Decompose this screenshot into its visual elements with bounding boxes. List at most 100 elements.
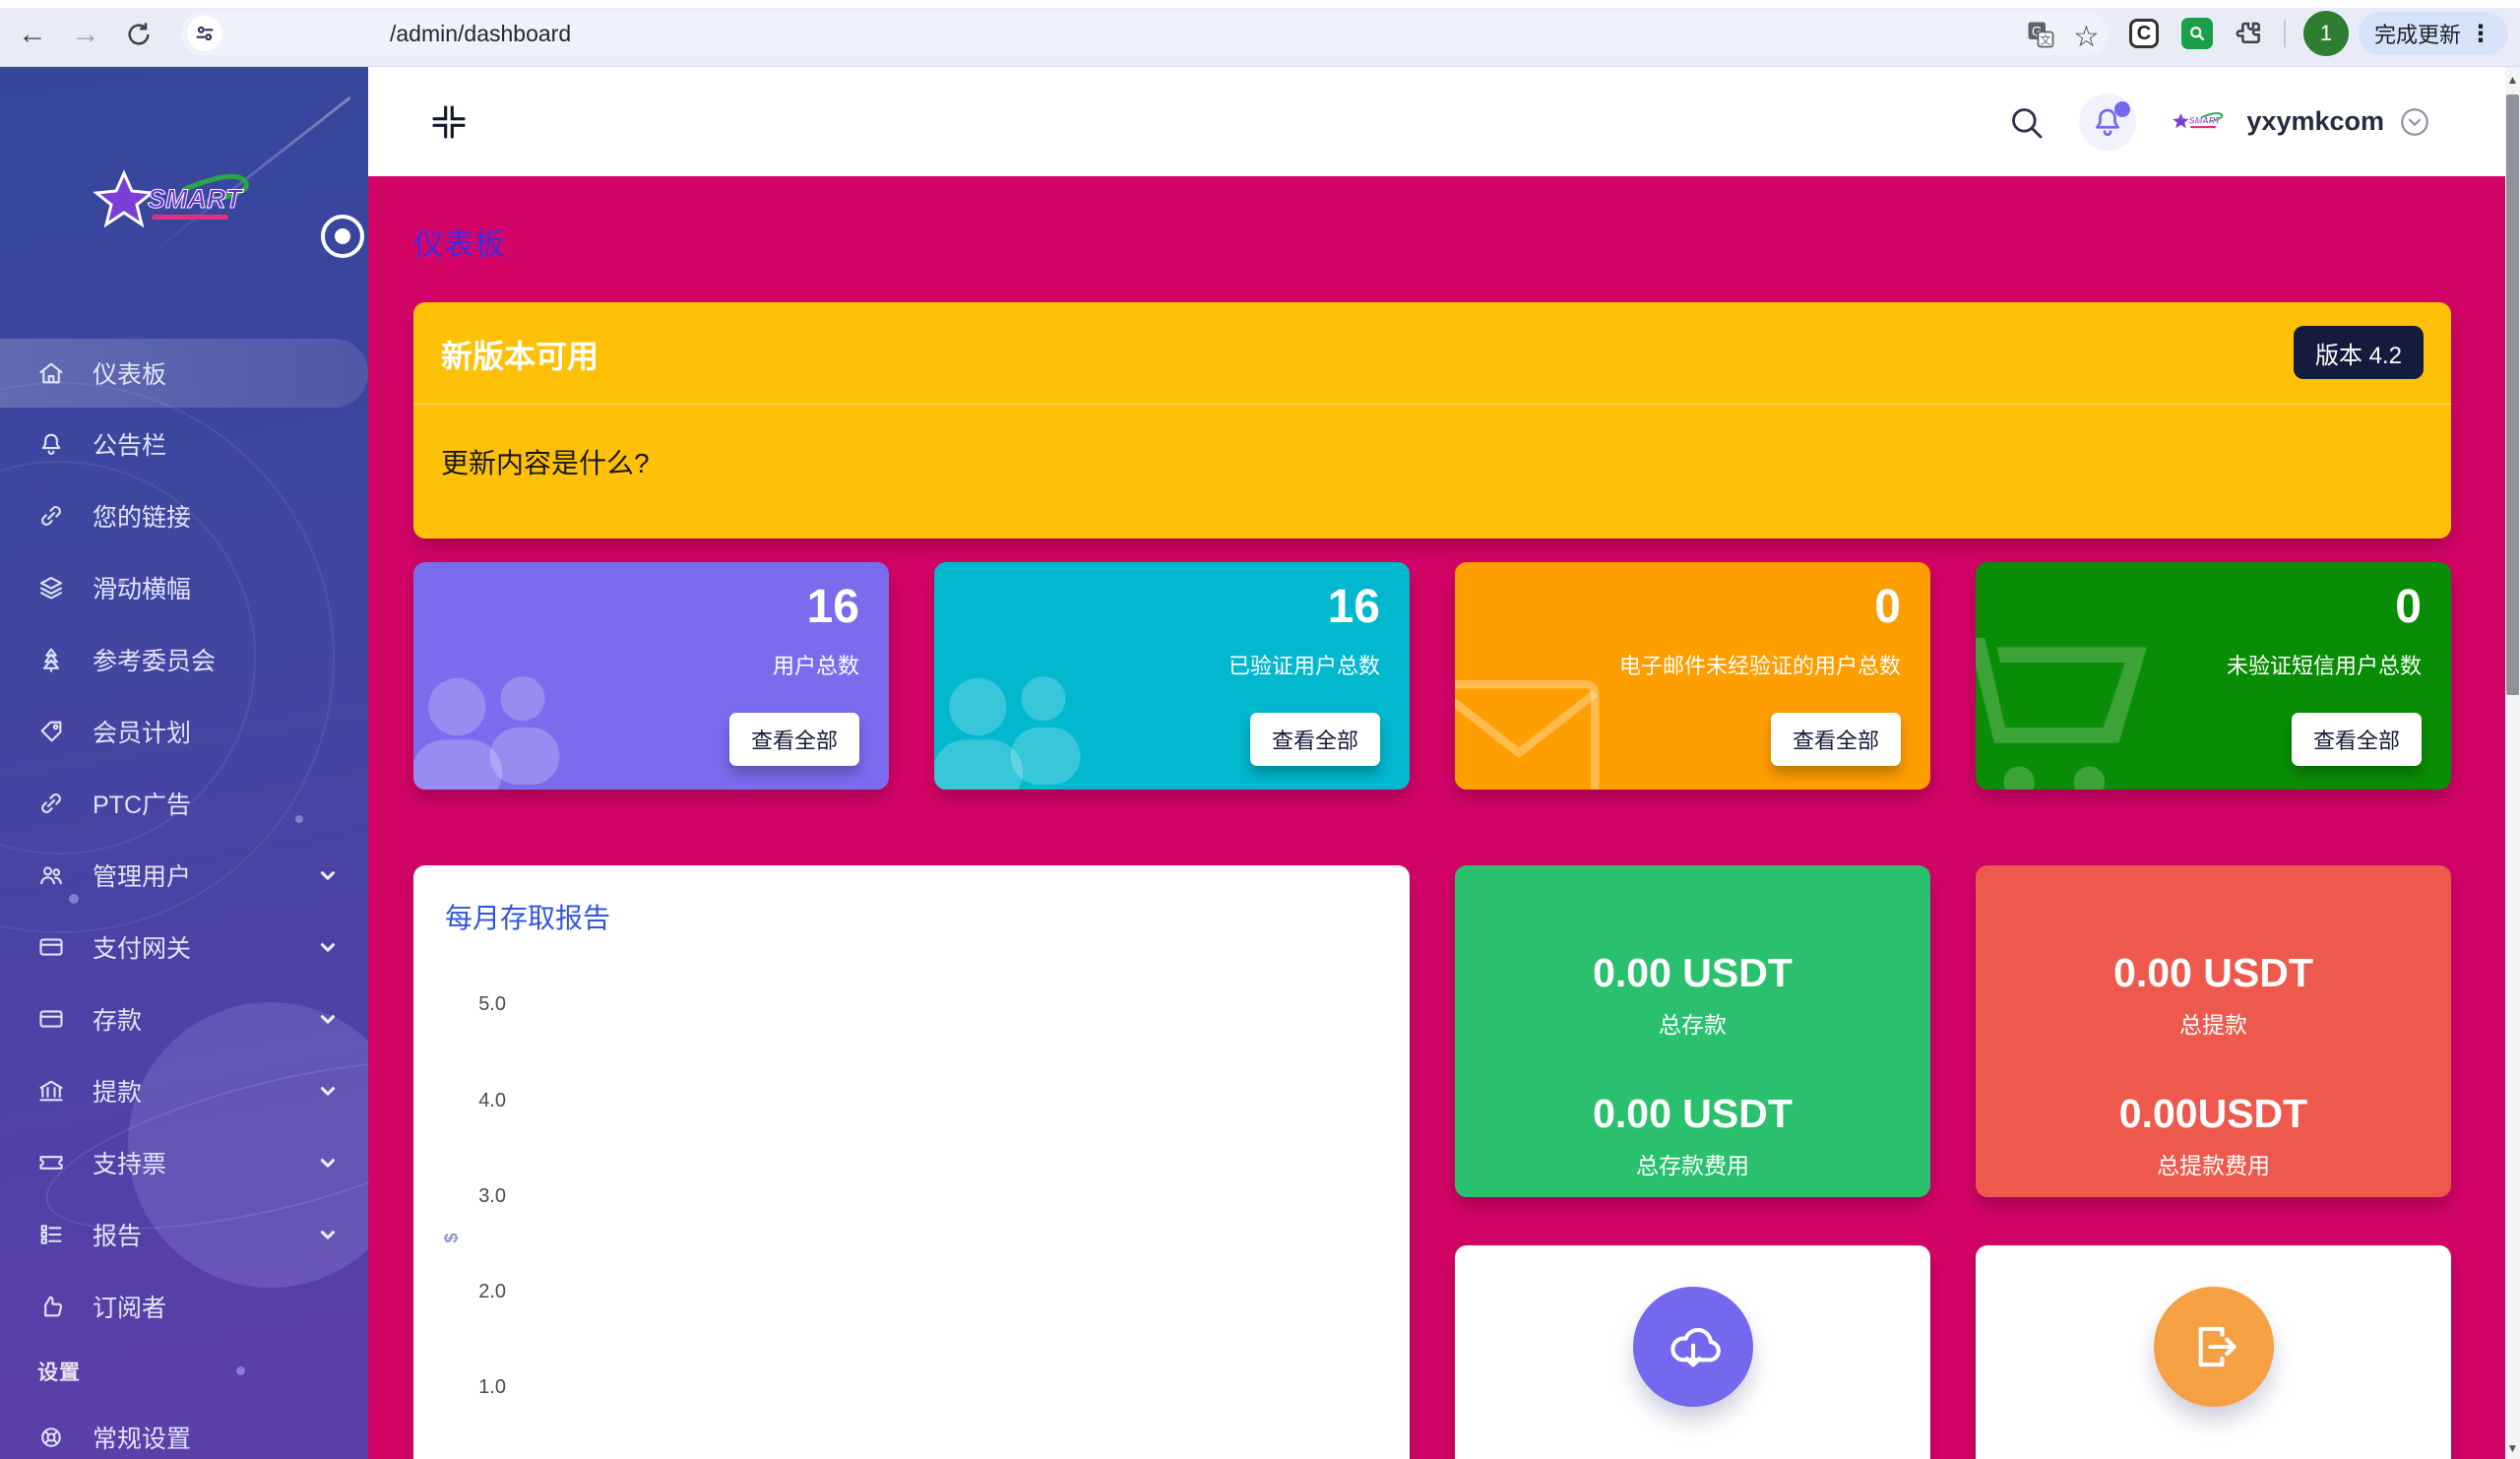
sidebar-item-membership-plan[interactable]: 会员计划: [0, 695, 368, 767]
sidebar-logo[interactable]: SMART: [0, 161, 368, 244]
extension-search-icon[interactable]: [2179, 16, 2215, 51]
version-badge: 版本 4.2: [2294, 326, 2424, 379]
y-axis-currency-glyph: $: [442, 1233, 463, 1242]
sidebar-item-subscribers[interactable]: 订阅者: [0, 1270, 368, 1342]
sidebar-item-dashboard[interactable]: 仪表板: [0, 339, 368, 408]
sidebar-item-withdrawals[interactable]: 提款: [0, 1054, 368, 1126]
sidebar-item-label: 订阅者: [93, 1289, 166, 1324]
withdraw-action-card: [1976, 1245, 2451, 1459]
url-text[interactable]: /admin/dashboard: [390, 12, 571, 55]
sidebar-item-label: 滑动横幅: [93, 570, 191, 605]
search-icon[interactable]: [2006, 102, 2046, 142]
users-icon: [37, 861, 65, 889]
notifications-button[interactable]: [2079, 94, 2136, 151]
username-label: yxymkcom: [2246, 106, 2384, 137]
sidebar-item-slider-banner[interactable]: 滑动横幅: [0, 551, 368, 623]
sidebar-item-reports[interactable]: 报告: [0, 1198, 368, 1270]
exit-arrow-icon: [2185, 1318, 2242, 1375]
sidebar-item-ptc-ads[interactable]: PTC广告: [0, 767, 368, 839]
version-banner: 新版本可用 版本 4.2 更新内容是什么?: [413, 302, 2451, 539]
ticket-icon: [37, 1149, 65, 1176]
cloud-download-button[interactable]: [1633, 1287, 1753, 1407]
browser-reload-button[interactable]: [120, 16, 158, 53]
chevron-down-icon: [317, 936, 339, 958]
deposit-action-card: [1455, 1245, 1930, 1459]
layers-icon: [37, 574, 65, 602]
user-menu[interactable]: SMART yxymkcom: [2170, 105, 2431, 139]
thumbs-up-icon: [37, 1293, 65, 1320]
sidebar-item-label: 支付网关: [93, 929, 191, 965]
sidebar-item-deposits[interactable]: 存款: [0, 983, 368, 1054]
browser-menu-icon[interactable]: ⋮: [2469, 20, 2492, 48]
y-tick-label: 2.0: [443, 1281, 506, 1303]
sidebar-collapse-toggle[interactable]: [321, 215, 364, 258]
stat-label: 已验证用户总数: [1228, 649, 1380, 680]
view-all-button[interactable]: 查看全部: [1771, 713, 1901, 766]
extensions-puzzle-icon[interactable]: [2231, 16, 2266, 51]
referral-tree-icon: [37, 646, 65, 673]
bookmark-star-icon[interactable]: ☆: [2073, 20, 2103, 49]
scrollbar-thumb[interactable]: [2506, 95, 2519, 695]
scroll-up-arrow[interactable]: ▲: [2505, 73, 2520, 87]
y-tick-label: 3.0: [443, 1185, 506, 1208]
browser-forward-button[interactable]: →: [67, 16, 104, 53]
compress-layout-icon[interactable]: [429, 102, 469, 142]
sidebar-item-label: 会员计划: [93, 714, 191, 749]
deposit-fee-label: 总存款费用: [1636, 1147, 1749, 1180]
logo-star-icon: [96, 173, 152, 224]
browser-back-button[interactable]: ←: [14, 16, 51, 53]
version-banner-question[interactable]: 更新内容是什么?: [441, 442, 650, 481]
total-deposit-value: 0.00 USDT: [1593, 950, 1793, 996]
notification-badge-dot: [2114, 101, 2130, 117]
sidebar-item-general-settings[interactable]: 常规设置: [0, 1401, 368, 1459]
withdraw-exit-button[interactable]: [2154, 1287, 2274, 1407]
site-settings-icon[interactable]: [187, 16, 222, 51]
stat-label: 用户总数: [773, 649, 859, 680]
svg-text:SMART: SMART: [2189, 115, 2223, 125]
sidebar-item-payment-gateways[interactable]: 支付网关: [0, 911, 368, 983]
users-silhouette-icon: [413, 658, 597, 790]
update-button-label: 完成更新: [2374, 18, 2461, 49]
view-all-button[interactable]: 查看全部: [729, 713, 859, 766]
address-bar[interactable]: /admin/dashboard G文 ☆: [181, 12, 2109, 55]
view-all-button[interactable]: 查看全部: [2292, 713, 2422, 766]
user-avatar-logo: SMART: [2170, 107, 2233, 137]
version-banner-title: 新版本可用: [441, 332, 598, 377]
scroll-down-arrow[interactable]: ▼: [2505, 1441, 2520, 1455]
logo-caption-bar: [152, 215, 228, 220]
window-top-strip: [0, 0, 2520, 8]
sidebar-item-label: 报告: [93, 1217, 142, 1252]
total-deposit-label: 总存款: [1659, 1006, 1727, 1040]
chevron-down-icon: [317, 1152, 339, 1174]
total-withdrawal-value: 0.00 USDT: [2113, 950, 2313, 996]
monthly-report-chart-card: 每月存取报告 $ 5.0 4.0 3.0 2.0 1.0: [413, 865, 1410, 1459]
view-all-button[interactable]: 查看全部: [1250, 713, 1380, 766]
sidebar-item-support-tickets[interactable]: 支持票: [0, 1126, 368, 1198]
extension-c-icon[interactable]: C: [2126, 16, 2162, 51]
bank-icon: [37, 1077, 65, 1105]
cloud-download-icon: [1665, 1318, 1722, 1375]
sidebar-item-your-links[interactable]: 您的链接: [0, 479, 368, 551]
page-scrollbar[interactable]: ▲ ▼: [2505, 67, 2520, 1459]
stats-row: 16 用户总数 查看全部 16 已验证用户总数 查看全部 0 电子邮件未经验证的…: [413, 562, 2451, 790]
home-icon: [37, 359, 65, 387]
credit-card-icon: [37, 933, 65, 961]
toolbar-separator: [2284, 20, 2286, 47]
link-icon: [37, 790, 65, 817]
sidebar-item-label: 存款: [93, 1001, 142, 1037]
chevron-down-icon: [317, 1080, 339, 1102]
sidebar: SMART 仪表板 公告栏 您的链接 滑动横幅 参考委员会: [0, 67, 368, 1459]
stat-value: 0: [2395, 580, 2422, 634]
bell-icon: [37, 430, 65, 458]
chevron-down-circle-icon[interactable]: [2398, 105, 2431, 139]
sidebar-item-announcements[interactable]: 公告栏: [0, 408, 368, 479]
sidebar-item-manage-users[interactable]: 管理用户: [0, 839, 368, 911]
browser-update-button[interactable]: 完成更新 ⋮: [2359, 12, 2508, 55]
browser-profile-avatar[interactable]: 1: [2303, 11, 2349, 56]
y-tick-label: 5.0: [443, 993, 506, 1016]
sidebar-menu: 仪表板 公告栏 您的链接 滑动横幅 参考委员会 会员计划 PTC: [0, 339, 368, 1459]
translate-icon[interactable]: G文: [2026, 20, 2055, 49]
sidebar-section-settings: 设置: [0, 1342, 368, 1401]
sidebar-item-referral[interactable]: 参考委员会: [0, 623, 368, 695]
sidebar-item-label: 管理用户: [93, 857, 191, 893]
